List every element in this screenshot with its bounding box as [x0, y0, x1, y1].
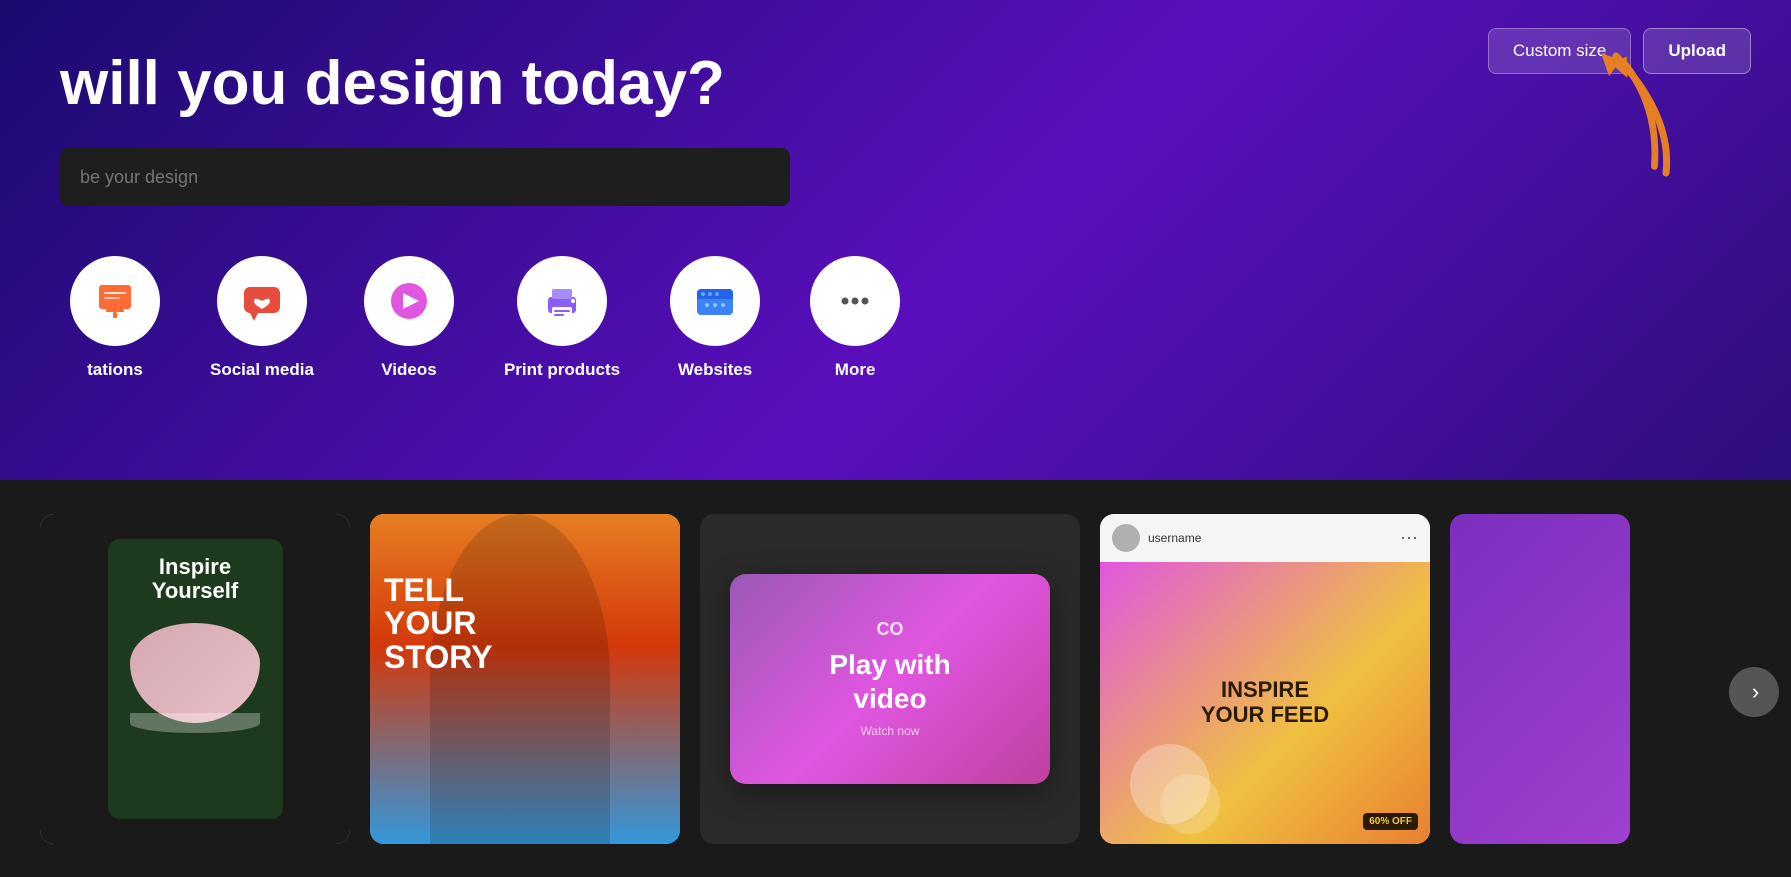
- category-label-print-products: Print products: [504, 360, 620, 380]
- category-videos[interactable]: Videos: [364, 256, 454, 380]
- category-print-products[interactable]: Print products: [504, 256, 620, 380]
- category-more[interactable]: More: [810, 256, 900, 380]
- card3-logo: CO: [877, 619, 904, 640]
- card2-text: TELL YOUR STORY: [384, 574, 492, 675]
- card4-text: INSPIRE YOUR FEED: [1201, 678, 1329, 726]
- social-media-icon: [240, 279, 284, 323]
- upload-arrow: [1591, 48, 1681, 183]
- category-label-more: More: [835, 360, 876, 380]
- categories-row: tations Social media Video: [60, 256, 1731, 380]
- template-card-play-with-video[interactable]: CO Play with video Watch now: [700, 514, 1080, 844]
- category-label-websites: Websites: [678, 360, 752, 380]
- next-button-icon: ›: [1752, 679, 1759, 705]
- category-label-social-media: Social media: [210, 360, 314, 380]
- category-label-presentations: tations: [87, 360, 143, 380]
- template-card-partial: [1450, 514, 1630, 844]
- card4-badge: 60% OFF: [1363, 813, 1418, 830]
- search-input[interactable]: [80, 167, 770, 188]
- category-presentations[interactable]: tations: [70, 256, 160, 380]
- next-button[interactable]: ›: [1729, 667, 1779, 717]
- card3-sub: Watch now: [861, 724, 920, 738]
- template-card-inspire-your-feed[interactable]: username ··· INSPIRE YOUR FEED 60% OFF: [1100, 514, 1430, 844]
- hero-section: will you design today? Custom size Uploa…: [0, 0, 1791, 480]
- template-card-inspire-yourself[interactable]: InspireYourself: [40, 514, 350, 844]
- template-card-tell-your-story[interactable]: TELL YOUR STORY: [370, 514, 680, 844]
- website-icon: [693, 279, 737, 323]
- presentation-icon: [94, 280, 136, 322]
- category-social-media[interactable]: Social media: [210, 256, 314, 380]
- print-icon: [540, 279, 584, 323]
- category-websites[interactable]: Websites: [670, 256, 760, 380]
- card3-text: Play with video: [829, 648, 950, 715]
- templates-section: InspireYourself TELL YOUR STORY CO: [0, 480, 1791, 877]
- card1-title: InspireYourself: [152, 555, 238, 603]
- video-icon: [387, 279, 431, 323]
- more-icon: [833, 279, 877, 323]
- category-label-videos: Videos: [381, 360, 436, 380]
- hero-title: will you design today?: [60, 50, 1731, 118]
- search-bar: [60, 148, 790, 206]
